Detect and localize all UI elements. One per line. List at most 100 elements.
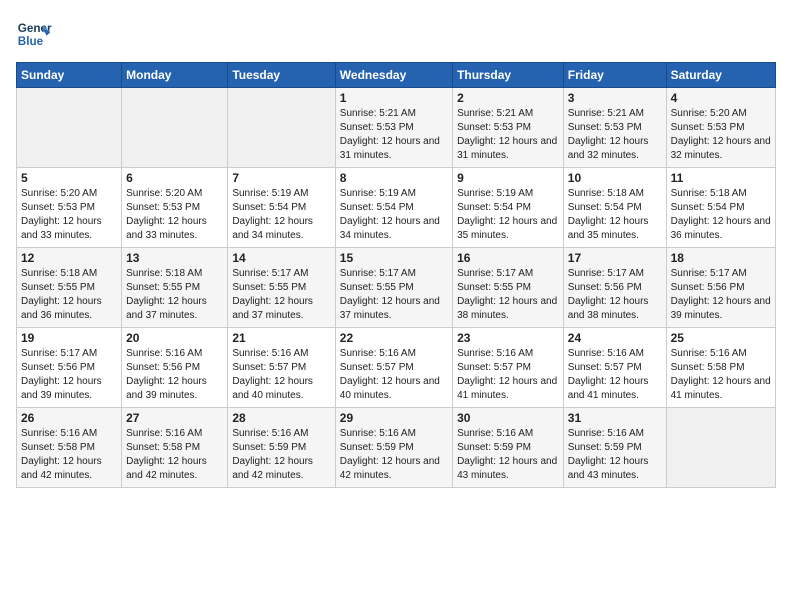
- day-number: 12: [21, 251, 117, 265]
- daylight-text: Daylight: 12 hours and 39 minutes.: [126, 376, 207, 401]
- daylight-text: Daylight: 12 hours and 37 minutes.: [340, 296, 440, 321]
- daylight-text: Daylight: 12 hours and 37 minutes.: [126, 296, 207, 321]
- daylight-text: Daylight: 12 hours and 41 minutes.: [568, 376, 649, 401]
- weekday-header: Monday: [122, 63, 228, 88]
- day-info: Sunrise: 5:20 AM Sunset: 5:53 PM Dayligh…: [21, 187, 117, 243]
- sunrise-text: Sunrise: 5:16 AM: [340, 428, 416, 439]
- sunset-text: Sunset: 5:55 PM: [126, 282, 200, 293]
- calendar-cell: 24 Sunrise: 5:16 AM Sunset: 5:57 PM Dayl…: [563, 328, 666, 408]
- day-info: Sunrise: 5:16 AM Sunset: 5:58 PM Dayligh…: [21, 427, 117, 483]
- day-info: Sunrise: 5:16 AM Sunset: 5:57 PM Dayligh…: [340, 347, 448, 403]
- calendar-week-row: 12 Sunrise: 5:18 AM Sunset: 5:55 PM Dayl…: [17, 248, 776, 328]
- logo: General Blue: [16, 16, 56, 52]
- sunrise-text: Sunrise: 5:17 AM: [340, 268, 416, 279]
- calendar-cell: 5 Sunrise: 5:20 AM Sunset: 5:53 PM Dayli…: [17, 168, 122, 248]
- day-number: 18: [671, 251, 771, 265]
- daylight-text: Daylight: 12 hours and 42 minutes.: [126, 456, 207, 481]
- sunrise-text: Sunrise: 5:16 AM: [340, 348, 416, 359]
- daylight-text: Daylight: 12 hours and 35 minutes.: [457, 216, 557, 241]
- weekday-header: Tuesday: [228, 63, 335, 88]
- header-row: SundayMondayTuesdayWednesdayThursdayFrid…: [17, 63, 776, 88]
- calendar-cell: 20 Sunrise: 5:16 AM Sunset: 5:56 PM Dayl…: [122, 328, 228, 408]
- day-number: 15: [340, 251, 448, 265]
- calendar-cell: 26 Sunrise: 5:16 AM Sunset: 5:58 PM Dayl…: [17, 408, 122, 488]
- day-number: 24: [568, 331, 662, 345]
- daylight-text: Daylight: 12 hours and 31 minutes.: [340, 136, 440, 161]
- calendar-cell: 11 Sunrise: 5:18 AM Sunset: 5:54 PM Dayl…: [666, 168, 775, 248]
- day-info: Sunrise: 5:20 AM Sunset: 5:53 PM Dayligh…: [126, 187, 223, 243]
- calendar-cell: 12 Sunrise: 5:18 AM Sunset: 5:55 PM Dayl…: [17, 248, 122, 328]
- day-number: 26: [21, 411, 117, 425]
- calendar-cell: 25 Sunrise: 5:16 AM Sunset: 5:58 PM Dayl…: [666, 328, 775, 408]
- sunset-text: Sunset: 5:58 PM: [126, 442, 200, 453]
- calendar-cell: 4 Sunrise: 5:20 AM Sunset: 5:53 PM Dayli…: [666, 88, 775, 168]
- day-number: 13: [126, 251, 223, 265]
- sunrise-text: Sunrise: 5:16 AM: [568, 428, 644, 439]
- day-info: Sunrise: 5:16 AM Sunset: 5:59 PM Dayligh…: [340, 427, 448, 483]
- daylight-text: Daylight: 12 hours and 33 minutes.: [126, 216, 207, 241]
- day-info: Sunrise: 5:16 AM Sunset: 5:59 PM Dayligh…: [568, 427, 662, 483]
- day-info: Sunrise: 5:18 AM Sunset: 5:54 PM Dayligh…: [568, 187, 662, 243]
- daylight-text: Daylight: 12 hours and 41 minutes.: [457, 376, 557, 401]
- day-number: 22: [340, 331, 448, 345]
- day-number: 6: [126, 171, 223, 185]
- day-number: 16: [457, 251, 559, 265]
- sunrise-text: Sunrise: 5:18 AM: [568, 188, 644, 199]
- calendar-cell: [122, 88, 228, 168]
- day-info: Sunrise: 5:18 AM Sunset: 5:54 PM Dayligh…: [671, 187, 771, 243]
- sunrise-text: Sunrise: 5:18 AM: [671, 188, 747, 199]
- sunrise-text: Sunrise: 5:18 AM: [21, 268, 97, 279]
- day-number: 17: [568, 251, 662, 265]
- calendar-week-row: 26 Sunrise: 5:16 AM Sunset: 5:58 PM Dayl…: [17, 408, 776, 488]
- calendar-cell: 15 Sunrise: 5:17 AM Sunset: 5:55 PM Dayl…: [335, 248, 452, 328]
- weekday-header: Wednesday: [335, 63, 452, 88]
- day-info: Sunrise: 5:17 AM Sunset: 5:56 PM Dayligh…: [21, 347, 117, 403]
- sunrise-text: Sunrise: 5:17 AM: [232, 268, 308, 279]
- sunrise-text: Sunrise: 5:16 AM: [568, 348, 644, 359]
- calendar-cell: 3 Sunrise: 5:21 AM Sunset: 5:53 PM Dayli…: [563, 88, 666, 168]
- sunset-text: Sunset: 5:58 PM: [671, 362, 745, 373]
- day-number: 1: [340, 91, 448, 105]
- sunset-text: Sunset: 5:53 PM: [126, 202, 200, 213]
- calendar-cell: 14 Sunrise: 5:17 AM Sunset: 5:55 PM Dayl…: [228, 248, 335, 328]
- sunrise-text: Sunrise: 5:20 AM: [671, 108, 747, 119]
- day-number: 21: [232, 331, 330, 345]
- calendar-cell: 16 Sunrise: 5:17 AM Sunset: 5:55 PM Dayl…: [453, 248, 564, 328]
- sunrise-text: Sunrise: 5:16 AM: [126, 348, 202, 359]
- day-number: 23: [457, 331, 559, 345]
- sunset-text: Sunset: 5:54 PM: [457, 202, 531, 213]
- daylight-text: Daylight: 12 hours and 32 minutes.: [671, 136, 771, 161]
- calendar-cell: 7 Sunrise: 5:19 AM Sunset: 5:54 PM Dayli…: [228, 168, 335, 248]
- sunset-text: Sunset: 5:54 PM: [340, 202, 414, 213]
- day-number: 2: [457, 91, 559, 105]
- day-info: Sunrise: 5:16 AM Sunset: 5:57 PM Dayligh…: [568, 347, 662, 403]
- weekday-header: Friday: [563, 63, 666, 88]
- calendar-cell: 9 Sunrise: 5:19 AM Sunset: 5:54 PM Dayli…: [453, 168, 564, 248]
- sunset-text: Sunset: 5:56 PM: [568, 282, 642, 293]
- weekday-header: Saturday: [666, 63, 775, 88]
- day-info: Sunrise: 5:16 AM Sunset: 5:58 PM Dayligh…: [671, 347, 771, 403]
- day-info: Sunrise: 5:16 AM Sunset: 5:57 PM Dayligh…: [232, 347, 330, 403]
- day-number: 10: [568, 171, 662, 185]
- day-info: Sunrise: 5:16 AM Sunset: 5:59 PM Dayligh…: [457, 427, 559, 483]
- day-number: 9: [457, 171, 559, 185]
- day-info: Sunrise: 5:17 AM Sunset: 5:56 PM Dayligh…: [568, 267, 662, 323]
- calendar-cell: 8 Sunrise: 5:19 AM Sunset: 5:54 PM Dayli…: [335, 168, 452, 248]
- sunset-text: Sunset: 5:54 PM: [568, 202, 642, 213]
- calendar-cell: 1 Sunrise: 5:21 AM Sunset: 5:53 PM Dayli…: [335, 88, 452, 168]
- day-info: Sunrise: 5:19 AM Sunset: 5:54 PM Dayligh…: [457, 187, 559, 243]
- sunrise-text: Sunrise: 5:19 AM: [232, 188, 308, 199]
- calendar-cell: 2 Sunrise: 5:21 AM Sunset: 5:53 PM Dayli…: [453, 88, 564, 168]
- day-number: 3: [568, 91, 662, 105]
- calendar-week-row: 5 Sunrise: 5:20 AM Sunset: 5:53 PM Dayli…: [17, 168, 776, 248]
- calendar-cell: 21 Sunrise: 5:16 AM Sunset: 5:57 PM Dayl…: [228, 328, 335, 408]
- sunset-text: Sunset: 5:57 PM: [232, 362, 306, 373]
- calendar-cell: 29 Sunrise: 5:16 AM Sunset: 5:59 PM Dayl…: [335, 408, 452, 488]
- sunset-text: Sunset: 5:57 PM: [568, 362, 642, 373]
- sunset-text: Sunset: 5:55 PM: [21, 282, 95, 293]
- daylight-text: Daylight: 12 hours and 40 minutes.: [340, 376, 440, 401]
- sunset-text: Sunset: 5:58 PM: [21, 442, 95, 453]
- sunrise-text: Sunrise: 5:16 AM: [232, 348, 308, 359]
- day-number: 8: [340, 171, 448, 185]
- day-info: Sunrise: 5:18 AM Sunset: 5:55 PM Dayligh…: [126, 267, 223, 323]
